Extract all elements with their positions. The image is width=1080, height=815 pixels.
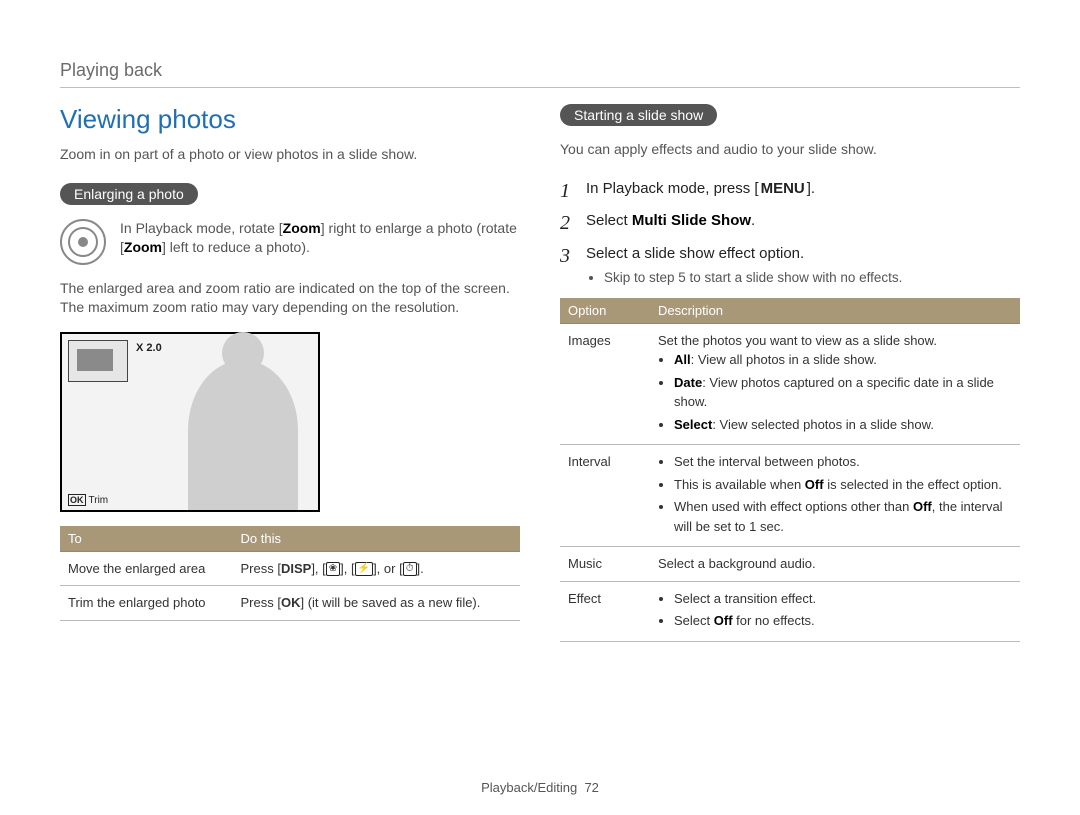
table-row: Trim the enlarged photo Press [OK] (it w…: [60, 586, 520, 621]
subheading-enlarging: Enlarging a photo: [60, 183, 198, 205]
cell-desc: Set the photos you want to view as a sli…: [650, 323, 1020, 445]
list-item: When used with effect options other than…: [674, 497, 1012, 536]
cell-to: Trim the enlarged photo: [60, 586, 233, 621]
cell-to: Move the enlarged area: [60, 551, 233, 586]
steps-list: In Playback mode, press [MENU]. Select M…: [560, 178, 1020, 288]
action-table: To Do this Move the enlarged area Press …: [60, 526, 520, 621]
table-row: Interval Set the interval between photos…: [560, 445, 1020, 547]
zoom-note: The enlarged area and zoom ratio are ind…: [60, 279, 520, 318]
subheading-slideshow: Starting a slide show: [560, 104, 717, 126]
th-description: Description: [650, 298, 1020, 324]
cell-option: Interval: [560, 445, 650, 547]
zoom-instruction-text: In Playback mode, rotate [Zoom] right to…: [120, 219, 520, 258]
table-row: Music Select a background audio.: [560, 547, 1020, 582]
two-column-layout: Viewing photos Zoom in on part of a phot…: [60, 104, 1020, 642]
table-row: Effect Select a transition effect. Selec…: [560, 581, 1020, 641]
left-column: Viewing photos Zoom in on part of a phot…: [60, 104, 520, 642]
cell-option: Effect: [560, 581, 650, 641]
cell-do: Press [OK] (it will be saved as a new fi…: [233, 586, 521, 621]
step-3: Select a slide show effect option. Skip …: [560, 243, 1020, 288]
cell-option: Images: [560, 323, 650, 445]
th-do-this: Do this: [233, 526, 521, 552]
preview-illustration: X 2.0 OKTrim: [60, 332, 320, 512]
cell-desc: Select a transition effect. Select Off f…: [650, 581, 1020, 641]
page: Playing back Viewing photos Zoom in on p…: [0, 0, 1080, 672]
list-item: Skip to step 5 to start a slide show wit…: [604, 269, 1020, 288]
list-item: This is available when Off is selected i…: [674, 475, 1012, 495]
th-to: To: [60, 526, 233, 552]
right-column: Starting a slide show You can apply effe…: [560, 104, 1020, 642]
table-row: Images Set the photos you want to view a…: [560, 323, 1020, 445]
step-3-sub: Skip to step 5 to start a slide show wit…: [604, 269, 1020, 288]
section-header: Playing back: [60, 60, 1020, 88]
list-item: Set the interval between photos.: [674, 452, 1012, 472]
list-item: Select: View selected photos in a slide …: [674, 415, 1012, 435]
th-option: Option: [560, 298, 650, 324]
cell-option: Music: [560, 547, 650, 582]
list-item: Select a transition effect.: [674, 589, 1012, 609]
list-item: Select Off for no effects.: [674, 611, 1012, 631]
step-2: Select Multi Slide Show.: [560, 210, 1020, 233]
zoom-instruction-row: In Playback mode, rotate [Zoom] right to…: [60, 219, 520, 265]
page-title: Viewing photos: [60, 104, 520, 135]
slideshow-intro: You can apply effects and audio to your …: [560, 140, 1020, 160]
preview-thumb-icon: [68, 340, 128, 382]
list-item: Date: View photos captured on a specific…: [674, 373, 1012, 412]
cell-desc: Select a background audio.: [650, 547, 1020, 582]
cell-desc: Set the interval between photos. This is…: [650, 445, 1020, 547]
page-footer: Playback/Editing 72: [0, 780, 1080, 795]
intro-text: Zoom in on part of a photo or view photo…: [60, 145, 520, 165]
table-row: Move the enlarged area Press [DISP], [❀]…: [60, 551, 520, 586]
macro-icon: ❀: [326, 562, 340, 576]
step-1: In Playback mode, press [MENU].: [560, 178, 1020, 201]
list-item: All: View all photos in a slide show.: [674, 350, 1012, 370]
zoom-dial-icon: [60, 219, 106, 265]
trim-label: OKTrim: [68, 495, 108, 506]
cell-do: Press [DISP], [❀], [⚡], or [⏱].: [233, 551, 521, 586]
options-table: Option Description Images Set the photos…: [560, 298, 1020, 642]
silhouette-icon: [188, 360, 298, 510]
menu-button-label: MENU: [759, 180, 807, 197]
timer-icon: ⏱: [403, 562, 417, 576]
flash-icon: ⚡: [355, 562, 373, 576]
zoom-ratio-label: X 2.0: [136, 342, 162, 354]
